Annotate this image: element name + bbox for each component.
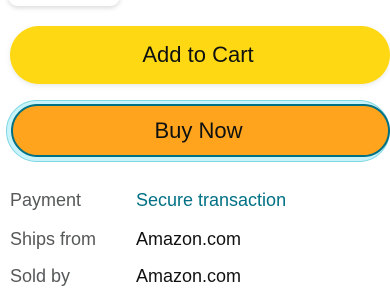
payment-row: Payment Secure transaction (10, 189, 380, 211)
buy-now-label: Buy Now (154, 117, 243, 143)
payment-label: Payment (10, 189, 82, 210)
buy-now-button[interactable]: Buy Now (11, 104, 390, 157)
ships-from-value: Amazon.com (136, 228, 242, 249)
ships-from-row: Ships from Amazon.com (10, 228, 380, 250)
secure-transaction-link[interactable]: Secure transaction (136, 190, 286, 211)
add-to-cart-button[interactable]: Add to Cart (10, 26, 390, 84)
ships-from-label: Ships from (10, 228, 97, 249)
sold-by-label: Sold by (10, 265, 71, 286)
sold-by-row: Sold by Amazon.com (10, 265, 380, 287)
add-to-cart-label: Add to Cart (142, 42, 254, 67)
sold-by-value: Amazon.com (136, 265, 242, 286)
buy-box: Add to Cart Buy Now Payment Secure trans… (0, 0, 390, 289)
quantity-select-edge[interactable] (8, 0, 120, 6)
